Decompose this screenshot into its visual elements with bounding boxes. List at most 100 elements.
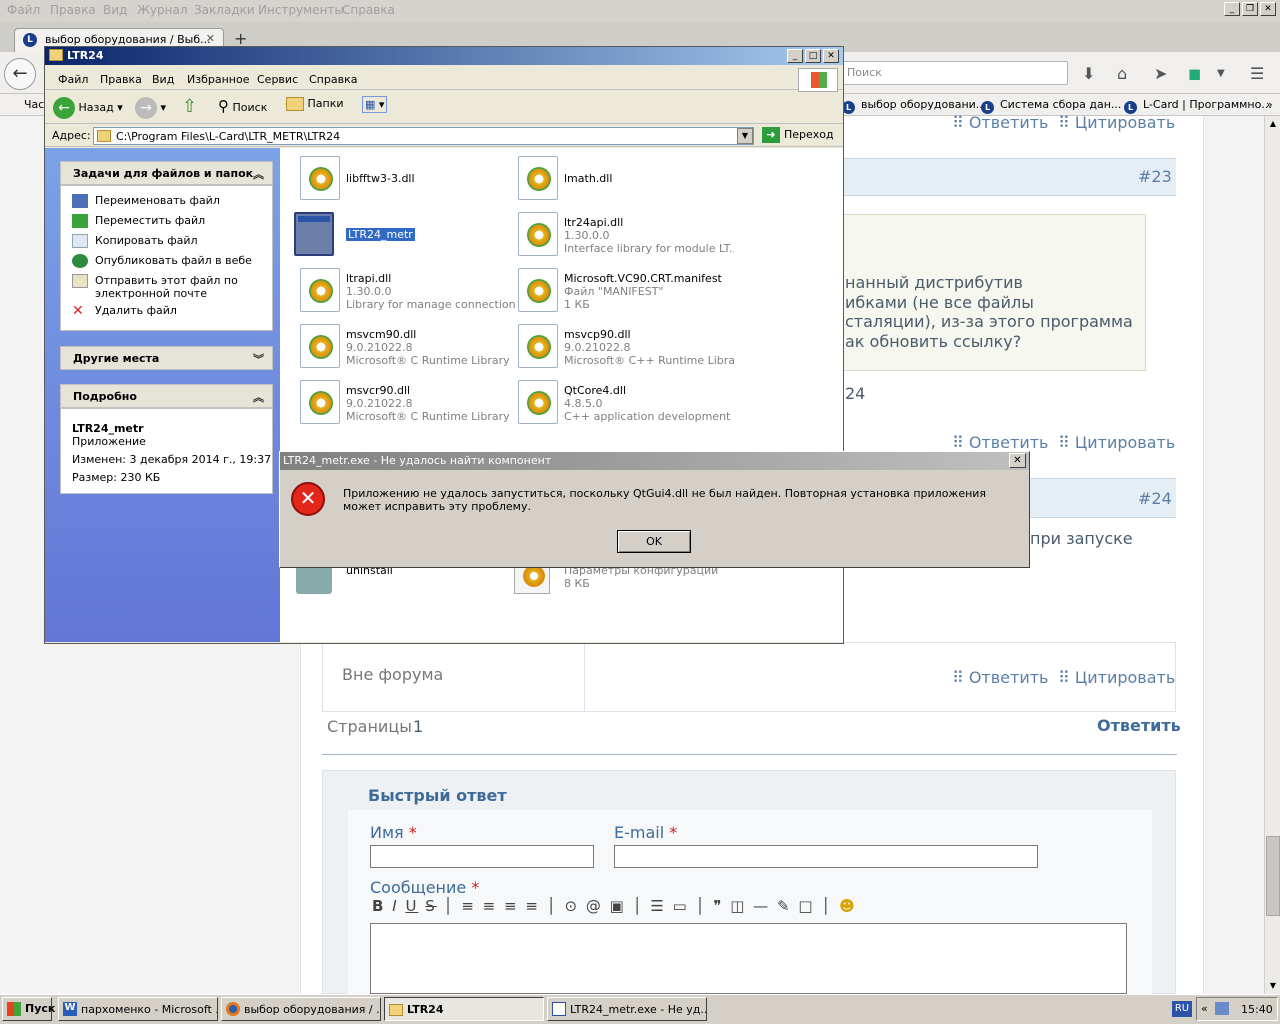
file-item[interactable]: QtCore4.dll 4.8.5.0 C++ application develo…	[518, 380, 734, 430]
go-button[interactable]: ➜ Переход	[762, 127, 834, 143]
file-item[interactable]: msvcp90.dll 9.0.21022.8 Microsoft® C++ Run…	[518, 324, 734, 374]
quote-link[interactable]: ⠿ Цитировать	[1058, 668, 1175, 687]
back-button[interactable]: ← Назад ▾	[53, 97, 123, 119]
maximize-button[interactable]: ❐	[1242, 2, 1258, 16]
close-button[interactable]: ✕	[823, 49, 839, 63]
send-icon[interactable]: ➤	[1154, 64, 1167, 83]
file-item[interactable]: ltrapi.dll 1.30.0.0 Library for manage con…	[300, 268, 516, 318]
details-header[interactable]: Подробно ︽	[60, 384, 273, 408]
message-textarea[interactable]	[370, 923, 1127, 994]
minimize-button[interactable]: _	[787, 49, 803, 63]
reply-button[interactable]: Ответить	[1097, 716, 1181, 735]
menu-favorites[interactable]: Избранное	[187, 73, 249, 86]
color-icon[interactable]: ✎	[777, 897, 792, 915]
menu-file[interactable]: Файл	[7, 3, 40, 17]
tasks-panel-header[interactable]: Задачи для файлов и папок ︽	[60, 161, 273, 185]
taskbar-item-word[interactable]: Wпархоменко - Microsoft ...	[58, 997, 218, 1021]
chevron-left-icon[interactable]: «	[1201, 1002, 1208, 1015]
up-folder-icon[interactable]: ⇧	[182, 96, 197, 117]
file-item[interactable]: ltr24api.dll 1.30.0.0 Interface library fo…	[518, 212, 734, 262]
collapse-icon[interactable]: ︽	[253, 389, 264, 405]
scroll-thumb[interactable]	[1266, 836, 1280, 916]
taskbar-item-firefox[interactable]: выбор оборудования / ...	[221, 997, 381, 1021]
reply-link[interactable]: ⠿ Ответить	[952, 113, 1048, 132]
file-item-selected[interactable]: LTR24_metr	[294, 212, 504, 262]
email-file-task-line2[interactable]: электронной почте	[72, 287, 207, 300]
home-icon[interactable]: ⌂	[1117, 64, 1127, 83]
menu-help[interactable]: Справка	[342, 3, 395, 17]
menu-edit[interactable]: Правка	[100, 73, 142, 86]
address-input[interactable]: C:\Program Files\L-Card\LTR_METR\LTR24	[93, 127, 754, 145]
quote-link[interactable]: ⠿ Цитировать	[1058, 433, 1175, 452]
menu-help[interactable]: Справка	[309, 73, 357, 86]
file-item[interactable]: lmath.dll	[518, 156, 728, 206]
reply-link[interactable]: ⠿ Ответить	[952, 433, 1048, 452]
italic-icon[interactable]: I	[392, 897, 398, 915]
menu-bookmarks[interactable]: Закладки	[194, 3, 255, 17]
smiley-icon[interactable]: ☻	[839, 897, 857, 915]
ok-button[interactable]: OK	[617, 530, 691, 553]
menu-edit[interactable]: Правка	[50, 3, 96, 17]
menu-history[interactable]: Журнал	[137, 3, 188, 17]
quote-link[interactable]: ⠿ Цитировать	[1058, 113, 1175, 132]
menu-tools[interactable]: Инструменты	[258, 3, 344, 17]
search-input[interactable]: Поиск	[842, 61, 1068, 85]
hr-icon[interactable]: —	[753, 897, 770, 915]
scroll-down-icon[interactable]: ▼	[1265, 978, 1280, 994]
collapse-icon[interactable]: ︽	[253, 166, 264, 182]
chevron-down-icon[interactable]: ▼	[1217, 68, 1225, 79]
email-file-task[interactable]: Отправить этот файл по	[72, 274, 238, 288]
bookmark-item[interactable]: L Система сбора дан...	[981, 98, 1121, 114]
chevron-down-icon[interactable]: ▼	[737, 128, 753, 144]
underline-icon[interactable]: U	[405, 897, 418, 915]
menu-tools[interactable]: Сервис	[257, 73, 298, 86]
file-item[interactable]: libfftw3-3.dll	[300, 156, 510, 206]
close-tab-icon[interactable]: ✕	[206, 32, 215, 45]
folders-button[interactable]: Папки	[286, 97, 344, 111]
start-button[interactable]: Пуск	[2, 997, 55, 1021]
menu-view[interactable]: Вид	[103, 3, 127, 17]
scroll-up-icon[interactable]: ▲	[1265, 116, 1280, 132]
file-item[interactable]: Microsoft.VC90.CRT.manifest Файл "MANIFES…	[518, 268, 728, 318]
download-icon[interactable]: ⬇	[1082, 64, 1095, 83]
bookmark-item[interactable]: Lвыбор оборудовани...	[842, 98, 986, 114]
network-icon[interactable]	[1215, 1002, 1229, 1015]
publish-file-task[interactable]: Опубликовать файл в вебе	[72, 254, 252, 268]
menu-icon[interactable]: ☰	[1250, 64, 1264, 83]
rename-file-task[interactable]: Переименовать файл	[72, 194, 220, 208]
post-number[interactable]: #24	[1138, 489, 1172, 508]
quote-icon[interactable]: ❞	[713, 897, 723, 915]
list-icon[interactable]: ☰ ▭	[650, 897, 688, 915]
box-icon[interactable]: □	[798, 897, 814, 915]
chevron-right-icon[interactable]: »	[1266, 98, 1273, 111]
maximize-button[interactable]: □	[805, 49, 821, 63]
bold-icon[interactable]: B	[372, 897, 385, 915]
back-arrow-icon[interactable]: ←	[4, 58, 36, 90]
close-button[interactable]: ✕	[1260, 2, 1276, 16]
taskbar-item-explorer[interactable]: LTR24	[384, 997, 544, 1021]
bookmark-item[interactable]: L L-Card | Программно...	[1124, 98, 1272, 114]
email-field[interactable]	[614, 845, 1038, 868]
link-icon[interactable]: ⊙	[564, 897, 579, 915]
menu-file[interactable]: Файл	[58, 73, 88, 86]
file-item[interactable]: msvcr90.dll 9.0.21022.8 Microsoft® C Runti…	[300, 380, 510, 430]
close-icon[interactable]: ✕	[1009, 453, 1026, 468]
expand-icon[interactable]: ︾	[253, 351, 264, 367]
reply-link[interactable]: ⠿ Ответить	[952, 668, 1048, 687]
views-button[interactable]: ▦ ▾	[362, 96, 388, 113]
clock[interactable]: 15:40	[1241, 1003, 1273, 1016]
forward-button[interactable]: → ▾	[135, 97, 166, 119]
taskbar-item-dialog[interactable]: LTR24_metr.exe - Не уд...	[547, 997, 707, 1021]
copy-file-task[interactable]: Копировать файл	[72, 234, 198, 248]
email-icon[interactable]: @	[586, 897, 603, 915]
file-item[interactable]: msvcm90.dll 9.0.21022.8 Microsoft® C Runti…	[300, 324, 510, 374]
strike-icon[interactable]: S	[425, 897, 437, 915]
language-indicator[interactable]: RU	[1172, 1001, 1192, 1017]
minimize-button[interactable]: _	[1224, 2, 1240, 16]
move-file-task[interactable]: Переместить файл	[72, 214, 205, 228]
post-number[interactable]: #23	[1138, 167, 1172, 186]
search-button[interactable]: ⚲ Поиск	[218, 97, 267, 115]
align-icon[interactable]: ≡ ≡ ≡ ≡	[461, 897, 540, 915]
name-field[interactable]	[370, 845, 594, 868]
menu-view[interactable]: Вид	[152, 73, 174, 86]
